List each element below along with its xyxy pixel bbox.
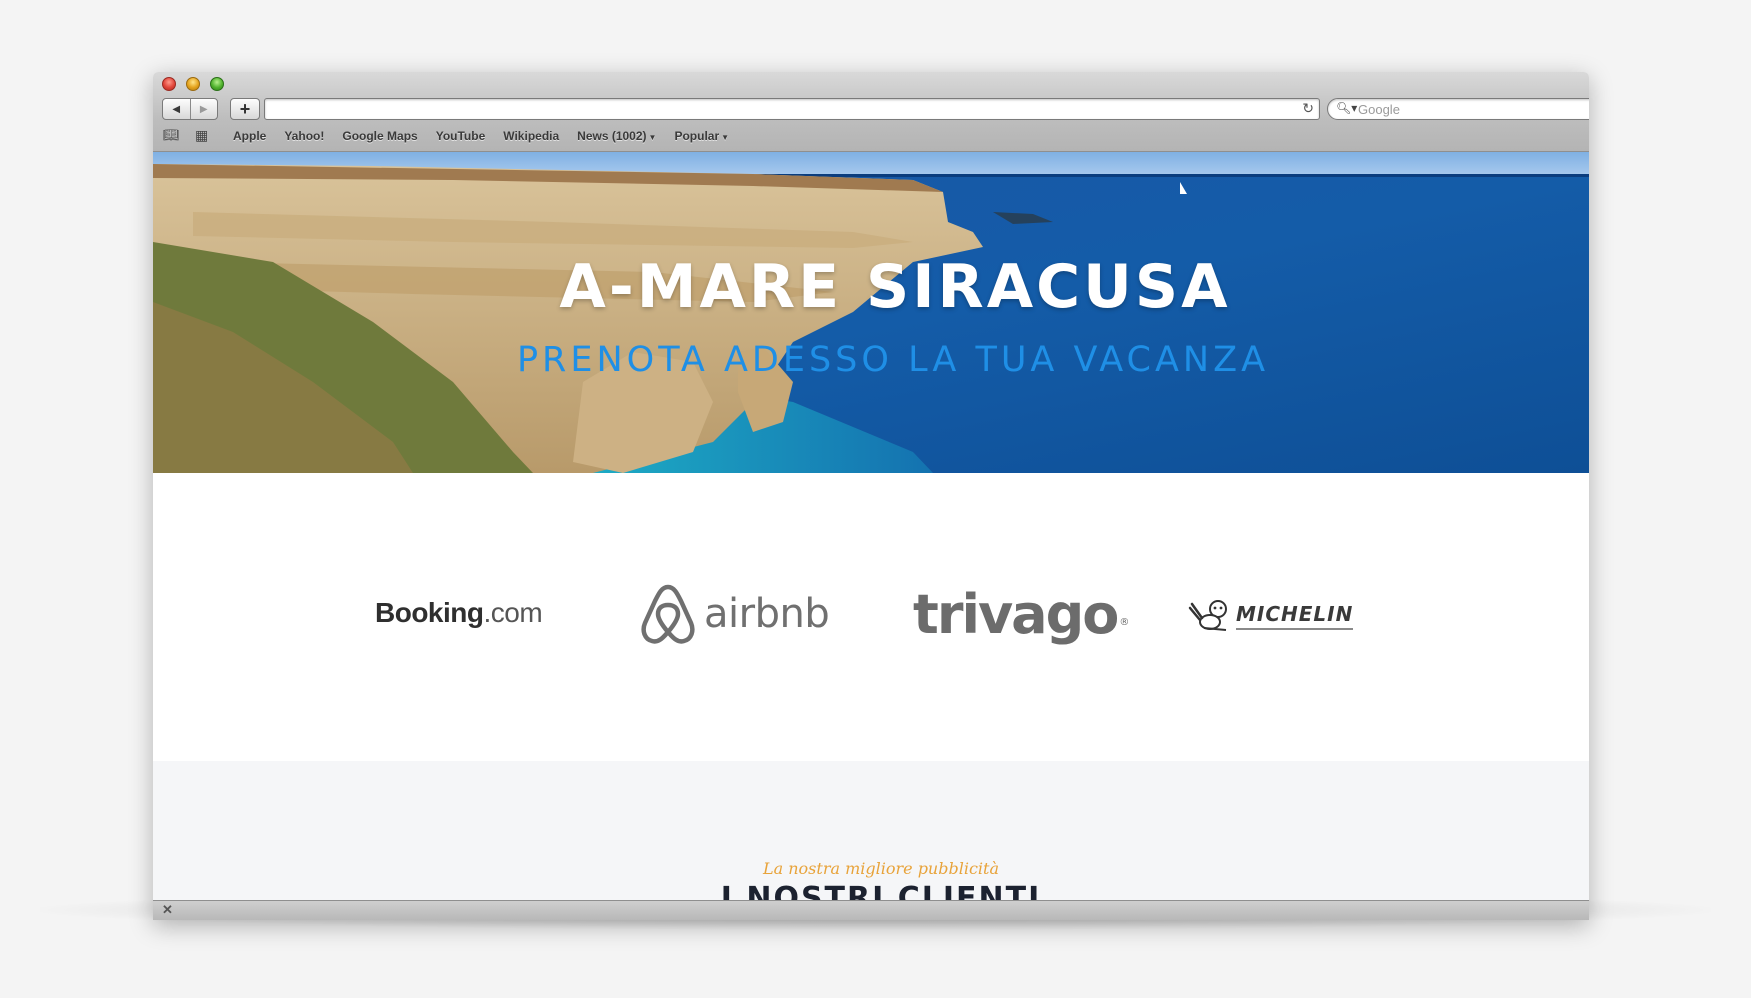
close-window-button[interactable] [162,77,176,91]
minimize-window-button[interactable] [186,77,200,91]
michelin-logo-name: MICHELIN [1236,602,1354,630]
status-bar: ✕ [153,900,1589,920]
zoom-window-button[interactable] [210,77,224,91]
bookmark-apple[interactable]: Apple [233,129,266,143]
clients-section: La nostra migliore pubblicità I NOSTRI C… [153,761,1589,920]
bookmark-news-label: News (1002) [577,129,647,143]
trivago-logo-name: trivago [913,583,1119,646]
search-icon: 🔍︎▾ [1336,101,1358,115]
booking-logo-suffix: .com [483,597,543,628]
bookmarks-bar: 📖︎ ▦ Apple Yahoo! Google Maps YouTube Wi… [153,127,1589,145]
history-nav: ◀ ▶ [162,98,218,120]
grid-icon[interactable]: ▦ [195,127,208,144]
partner-logos-section: Booking .com airbnb trivago ® MICHELIN [153,473,1589,761]
michelin-logo: MICHELIN [1186,598,1354,634]
back-arrow-icon[interactable]: ◀ [163,99,190,119]
airbnb-logo: airbnb [640,583,830,645]
bookmark-popular[interactable]: Popular ▼ [674,129,729,143]
clients-tagline: La nostra migliore pubblicità [762,859,999,878]
bookmark-news[interactable]: News (1002) ▼ [577,129,656,143]
browser-toolbar: ◀ ▶ + ↻ 🔍︎▾ Google 📖︎ ▦ Apple Yahoo! Goo… [153,72,1589,152]
bookmark-wikipedia[interactable]: Wikipedia [503,129,559,143]
booking-logo-name: Booking [375,597,484,628]
trivago-logo: trivago ® [913,583,1129,646]
forward-arrow-icon[interactable]: ▶ [189,99,218,119]
airbnb-belo-icon [641,584,695,644]
reload-icon[interactable]: ↻ [1302,100,1314,117]
book-icon[interactable]: 📖︎ [163,127,180,143]
hero-title: A-MARE SIRACUSA [559,252,1231,322]
search-field[interactable]: 🔍︎▾ Google [1327,98,1589,120]
bookmark-popular-label: Popular [674,129,720,143]
bookmark-google-maps[interactable]: Google Maps [342,129,417,143]
trivago-registered-mark: ® [1119,617,1129,628]
chevron-down-icon: ▼ [648,133,657,142]
hero-banner: A-MARE SIRACUSA PRENOTA ADESSO LA TUA VA… [153,152,1589,473]
bookmark-youtube[interactable]: YouTube [436,129,486,143]
address-bar[interactable]: ↻ [264,98,1320,120]
bookmark-yahoo[interactable]: Yahoo! [284,129,324,143]
browser-window: ◀ ▶ + ↻ 🔍︎▾ Google 📖︎ ▦ Apple Yahoo! Goo… [153,72,1589,920]
hero-subtitle: PRENOTA ADESSO LA TUA VACANZA [516,340,1270,380]
airbnb-logo-name: airbnb [704,591,830,637]
chevron-down-icon: ▼ [721,133,730,142]
search-placeholder: Google [1358,102,1400,117]
plus-icon[interactable]: + [230,98,260,120]
michelin-bibendum-icon [1188,600,1227,631]
close-icon[interactable]: ✕ [162,902,173,918]
bookmark-links: Apple Yahoo! Google Maps YouTube Wikiped… [233,129,747,143]
booking-logo: Booking .com [375,597,543,629]
